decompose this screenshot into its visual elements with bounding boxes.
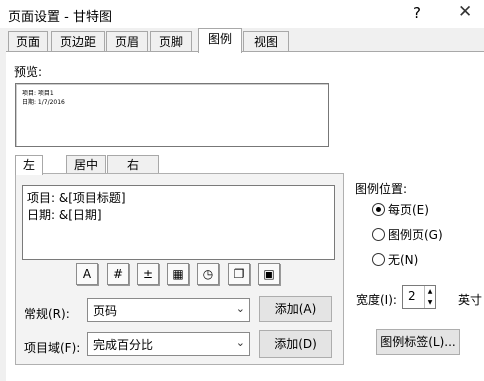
legend-text-line: 项目: &[项目标题] bbox=[27, 191, 126, 205]
format-font-icon[interactable]: A bbox=[76, 263, 98, 285]
tab-footer[interactable]: 页脚 bbox=[150, 31, 192, 52]
add-project-field-button[interactable]: 添加(D) bbox=[259, 330, 332, 358]
radio-legend-page[interactable]: 图例页(G) bbox=[372, 226, 484, 242]
width-unit: 英寸 bbox=[458, 293, 483, 307]
radio-every-page[interactable]: 每页(E) bbox=[372, 201, 484, 217]
radio-label: 每页(E) bbox=[388, 203, 429, 217]
width-label: 宽度(I): bbox=[356, 293, 397, 307]
legend-labels-button[interactable]: 图例标签(L)... bbox=[376, 329, 460, 355]
chevron-down-icon: ⌄ bbox=[235, 302, 245, 315]
chevron-down-icon: ⌄ bbox=[235, 336, 245, 349]
project-field-value: 完成百分比 bbox=[93, 338, 154, 352]
preview-line: 日期: 1/7/2016 bbox=[22, 99, 65, 106]
project-field-label: 项目域(F): bbox=[24, 341, 81, 355]
tab-left[interactable]: 左 bbox=[15, 155, 43, 175]
page-number-icon[interactable]: # bbox=[107, 263, 129, 285]
date-icon[interactable]: ▦ bbox=[167, 263, 189, 285]
general-select[interactable]: 页码 ⌄ bbox=[87, 298, 250, 322]
page-count-icon[interactable]: ± bbox=[137, 263, 159, 285]
title-bar: 页面设置 - 甘特图 ? ✕ bbox=[0, 0, 484, 28]
radio-dot bbox=[372, 253, 385, 266]
general-select-value: 页码 bbox=[93, 304, 118, 318]
tab-legend[interactable]: 图例 bbox=[198, 28, 242, 53]
radio-dot bbox=[372, 228, 385, 241]
radio-label: 图例页(G) bbox=[388, 228, 443, 242]
width-spinner[interactable]: 2 ▲ ▼ bbox=[402, 285, 436, 309]
insert-picture-icon[interactable]: ▣ bbox=[258, 263, 280, 285]
time-icon[interactable]: ◷ bbox=[197, 263, 219, 285]
help-button[interactable]: ? bbox=[413, 4, 421, 22]
spin-arrows-icon[interactable]: ▲ ▼ bbox=[424, 286, 435, 308]
file-name-icon[interactable]: ❐ bbox=[228, 263, 250, 285]
tab-center[interactable]: 居中 bbox=[66, 155, 106, 174]
radio-label: 无(N) bbox=[388, 253, 419, 267]
preview-line: 项目: 项目1 bbox=[22, 90, 54, 97]
general-label: 常规(R): bbox=[24, 307, 70, 321]
project-field-select[interactable]: 完成百分比 ⌄ bbox=[87, 332, 250, 356]
tab-view[interactable]: 视图 bbox=[243, 31, 289, 52]
tab-right[interactable]: 右 bbox=[107, 155, 159, 174]
radio-dot bbox=[372, 203, 385, 216]
legend-text-line: 日期: &[日期] bbox=[27, 208, 102, 222]
preview-label: 预览: bbox=[14, 65, 43, 79]
close-button[interactable]: ✕ bbox=[458, 2, 472, 22]
add-general-button[interactable]: 添加(A) bbox=[259, 296, 332, 322]
preview-box: 项目: 项目1 日期: 1/7/2016 bbox=[15, 83, 329, 147]
legend-text-area[interactable]: 项目: &[项目标题] 日期: &[日期] bbox=[22, 185, 335, 260]
tab-header[interactable]: 页眉 bbox=[106, 31, 148, 52]
legend-position-label: 图例位置: bbox=[355, 182, 408, 196]
window-title: 页面设置 - 甘特图 bbox=[8, 10, 112, 25]
radio-none[interactable]: 无(N) bbox=[372, 251, 484, 267]
tab-margins[interactable]: 页边距 bbox=[51, 31, 105, 52]
tab-page[interactable]: 页面 bbox=[8, 31, 48, 52]
width-value: 2 bbox=[408, 289, 416, 303]
